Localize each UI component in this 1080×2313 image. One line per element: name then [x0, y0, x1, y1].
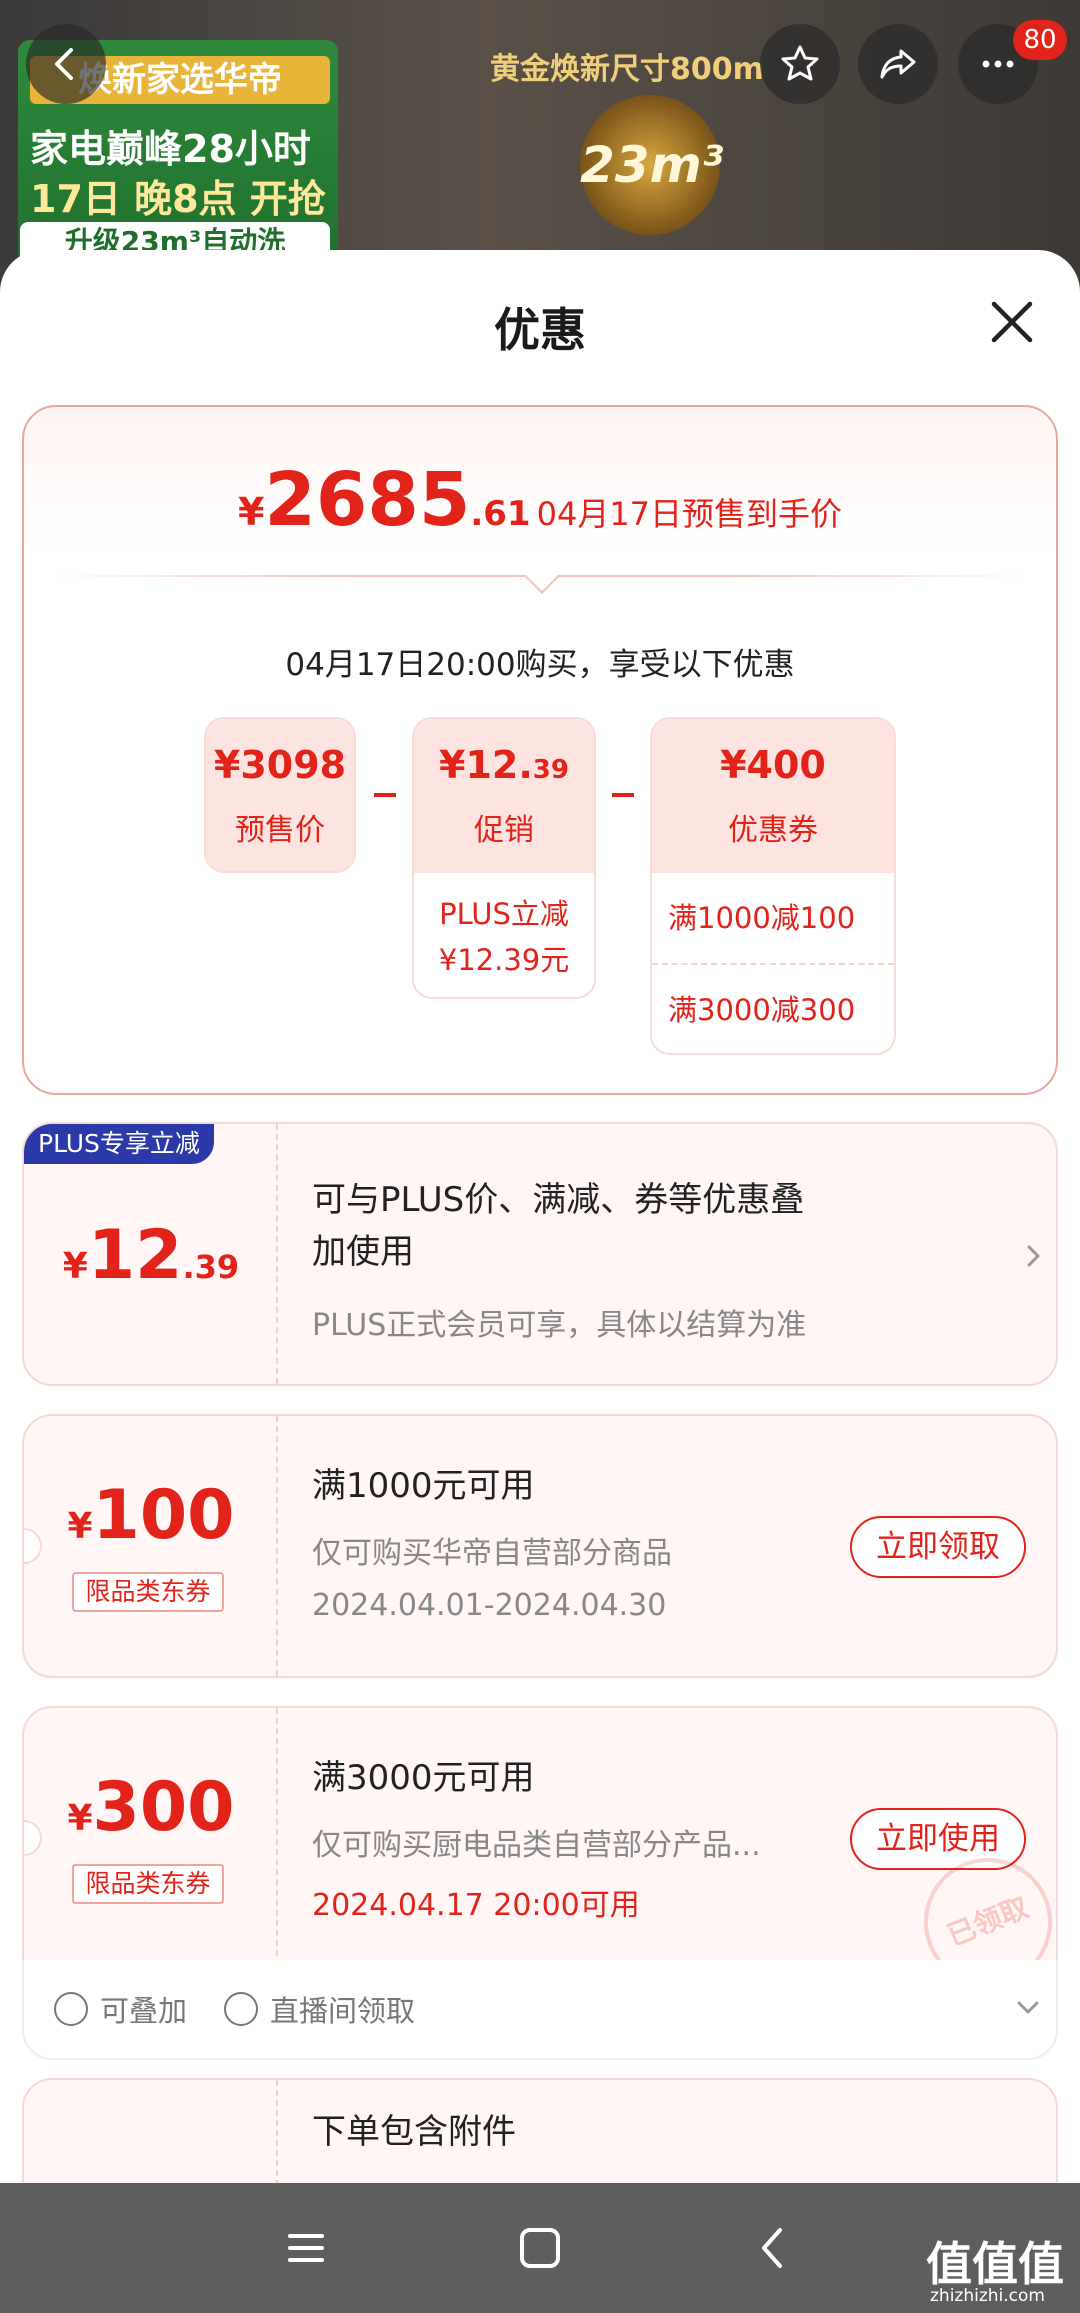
coupon-amount-dec: .39 — [182, 1248, 240, 1286]
back-button[interactable] — [26, 24, 106, 104]
coupon-desc: 仅可购买华帝自营部分商品 — [312, 1536, 672, 1571]
coupon-card-100: ¥100 限品类东券 满1000元可用 仅可购买华帝自营部分商品 2024.04… — [22, 1414, 1058, 1678]
coupon-date: 2024.04.17 20:00可用 — [312, 1888, 640, 1923]
coupon-title: 满1000元可用 — [312, 1466, 535, 1506]
coupon-label: 优惠券 — [728, 813, 818, 848]
home-icon[interactable] — [510, 2218, 570, 2278]
coupon-category-tag: 限品类东券 — [72, 1572, 224, 1612]
coupon-date: 2024.04.01-2024.04.30 — [312, 1588, 667, 1623]
share-icon — [880, 49, 916, 79]
share-button[interactable] — [858, 24, 938, 104]
live-room-icon — [224, 1992, 258, 2026]
coupon-title: 可与PLUS价、满减、券等优惠叠 加使用 — [312, 1174, 804, 1278]
buy-note: 04月17日20:00购买，享受以下优惠 — [285, 647, 795, 683]
coupon-amount-int: 300 — [92, 1768, 235, 1847]
feature-label: 直播间领取 — [270, 1994, 416, 2028]
final-price-integer: 2685 — [264, 457, 471, 543]
coupon-currency: ¥ — [67, 1506, 93, 1547]
promo-value: ¥12.39 — [414, 743, 594, 787]
coupon-title: 满3000元可用 — [312, 1758, 535, 1798]
feature-stackable: 可叠加 — [54, 1988, 187, 2030]
coupon-currency: ¥ — [67, 1798, 93, 1839]
watermark-logo: 值值值 — [926, 2237, 1064, 2291]
plus-discount-card[interactable]: PLUS专享立减 ¥12.39 可与PLUS价、满减、券等优惠叠 加使用 PLU… — [22, 1122, 1058, 1386]
chevron-right-icon[interactable] — [1020, 1242, 1048, 1270]
star-icon — [781, 45, 819, 81]
coupon-category-tag: 限品类东券 — [72, 1864, 224, 1904]
promo-label: 促销 — [474, 813, 534, 848]
feature-label: 可叠加 — [100, 1994, 188, 2028]
attachment-title: 下单包含附件 — [312, 2112, 516, 2152]
coupon-amount: ¥100 — [24, 1476, 278, 1555]
coupon-amount: ¥300 — [24, 1768, 278, 1847]
coupon-features-bar: 可叠加 直播间领取 — [22, 1960, 1058, 2060]
more-icon — [982, 60, 1014, 68]
promo-value-int: ¥12. — [439, 743, 533, 787]
coupon-desc: 仅可购买厨电品类自营部分产品... — [312, 1828, 761, 1863]
promo-detail-line2: ¥12.39元 — [438, 943, 570, 977]
chevron-down-icon[interactable] — [1014, 1994, 1042, 2022]
coupon-amount: ¥12.39 — [24, 1216, 278, 1295]
menu-icon[interactable] — [276, 2218, 336, 2278]
system-nav-bar — [0, 2183, 1080, 2313]
coupon-amount-int: 12 — [87, 1216, 183, 1295]
promo-box: ¥12.39 促销 PLUS立减 ¥12.39元 — [412, 717, 596, 999]
coupon-line-1: 满1000减100 — [668, 901, 856, 935]
discount-sheet: 优惠 ¥2685.61 04月17日预售到手价 04月17日20:00购买，享受以… — [0, 250, 1080, 2313]
coupon-card-300: ¥300 限品类东券 满3000元可用 仅可购买厨电品类自营部分产品... 20… — [22, 1706, 1058, 1968]
presale-price-box: ¥3098 预售价 — [204, 717, 356, 873]
watermark-url: zhizhizhi.com — [930, 2286, 1045, 2306]
nav-back-icon[interactable] — [744, 2218, 804, 2278]
presale-label: 预售价 — [235, 813, 325, 848]
promo-line-2: 17日 晚8点 开抢 — [30, 177, 326, 221]
coupon-value: ¥400 — [720, 743, 826, 787]
favorite-button[interactable] — [760, 24, 840, 104]
minus-sign — [374, 793, 396, 797]
final-price-label: 04月17日预售到手价 — [536, 495, 843, 533]
sheet-title: 优惠 — [494, 303, 586, 357]
stackable-icon — [54, 1992, 88, 2026]
promo-detail: PLUS立减 ¥12.39元 — [414, 873, 594, 983]
final-price-decimal: .61 — [470, 494, 531, 534]
final-price-currency: ¥ — [237, 490, 265, 534]
presale-value: ¥3098 — [213, 743, 347, 787]
notification-count-badge: 80 — [1013, 20, 1067, 60]
gold-title: 黄金焕新尺寸800m — [490, 52, 764, 87]
minus-sign — [612, 793, 634, 797]
coupon-title-line1: 可与PLUS价、满减、券等优惠叠 — [312, 1180, 805, 1220]
promo-line-1: 家电巅峰28小时 — [30, 127, 311, 171]
feature-live-room: 直播间领取 — [224, 1988, 415, 2030]
claim-coupon-button[interactable]: 立即领取 — [850, 1516, 1026, 1578]
final-price: ¥2685.61 04月17日预售到手价 — [24, 457, 1056, 543]
close-icon[interactable] — [980, 290, 1044, 354]
coupon-desc: PLUS正式会员可享，具体以结算为准 — [312, 1308, 807, 1343]
coupon-amount-int: 100 — [92, 1476, 235, 1555]
price-summary-card: ¥2685.61 04月17日预售到手价 04月17日20:00购买，享受以下优惠… — [22, 405, 1058, 1095]
capacity-badge: 23m³ — [580, 95, 724, 235]
coupon-title-line2: 加使用 — [312, 1232, 414, 1272]
coupon-currency: ¥ — [62, 1246, 88, 1287]
promo-detail-line1: PLUS立减 — [439, 897, 569, 931]
divider-notch — [525, 560, 559, 594]
coupon-line-2: 满3000减300 — [652, 963, 894, 1053]
plus-flag: PLUS专享立减 — [24, 1124, 214, 1164]
coupon-box: ¥400 优惠券 满1000减100 满3000减300 — [650, 717, 896, 1055]
promo-value-dec: 39 — [532, 755, 569, 785]
back-icon — [55, 48, 73, 80]
